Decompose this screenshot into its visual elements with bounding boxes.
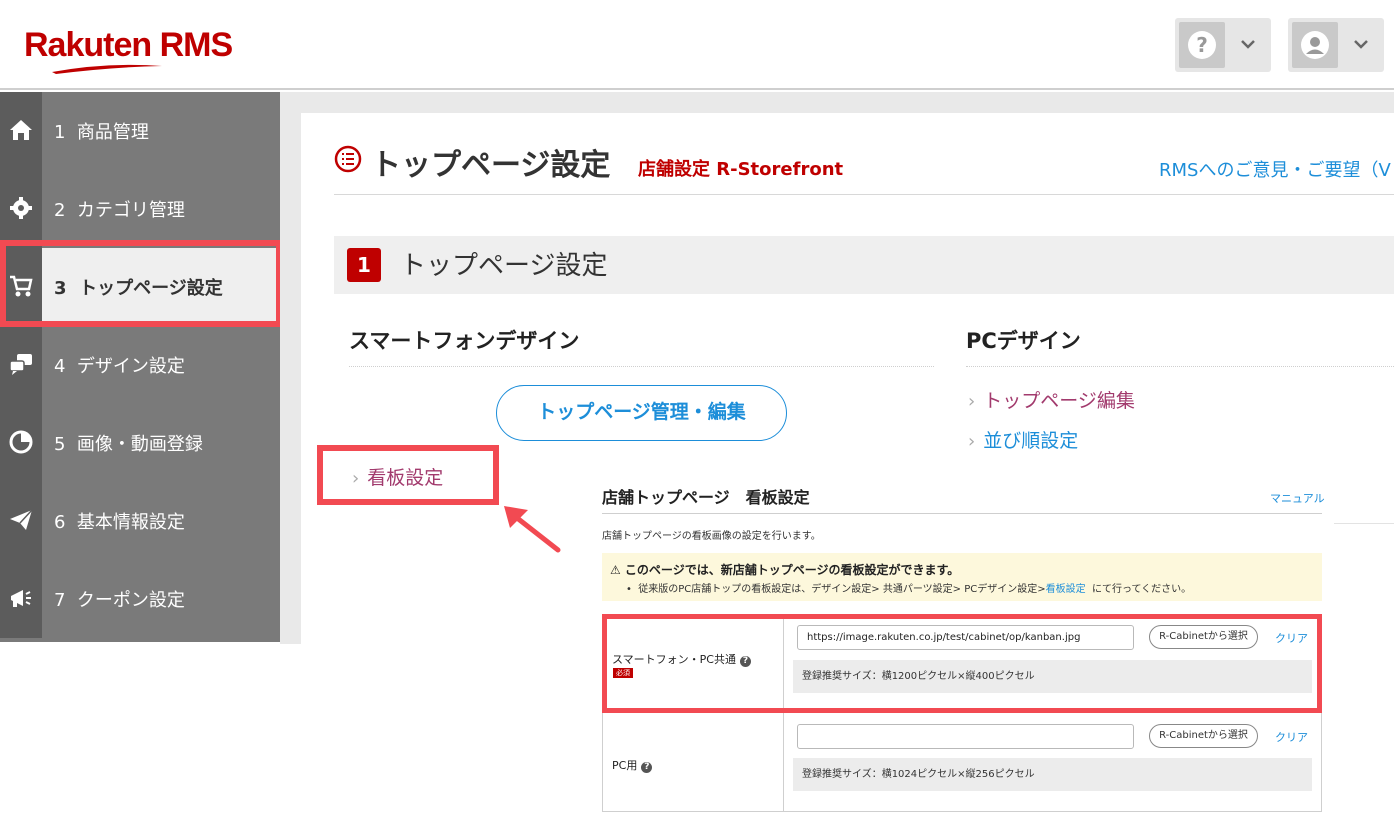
sidebar-item-num: 7 xyxy=(54,590,66,611)
manual-link[interactable]: マニュアル xyxy=(1270,490,1325,506)
sidebar-item-basic-info[interactable]: 6 基本情報設定 xyxy=(0,482,280,560)
help-menu-button[interactable]: ? xyxy=(1175,18,1271,72)
notice-sub-after: にて行ってください。 xyxy=(1091,584,1192,595)
annotation-arrow-icon xyxy=(504,506,561,553)
title-divider xyxy=(334,194,1394,195)
sidebar: 1 商品管理 2 カテゴリ管理 3 トップページ設定 4 デザイン設定 5 画像… xyxy=(0,92,280,642)
notice-sub-text: • 従来版のPC店舗トップの看板設定は、デザイン設定> 共通パーツ設定> PCデ… xyxy=(626,584,1192,595)
user-menu-button[interactable] xyxy=(1288,18,1384,72)
chevron-down-icon xyxy=(1241,40,1255,49)
sidebar-item-num: 5 xyxy=(54,434,66,455)
clear-link[interactable]: クリア xyxy=(1275,729,1308,745)
sidebar-item-num: 1 xyxy=(54,122,66,143)
smartphone-divider xyxy=(349,366,934,367)
sidebar-item-label: クーポン設定 xyxy=(76,590,185,611)
highlight-box-kanban xyxy=(317,445,499,505)
chat-bubbles-icon xyxy=(9,354,32,375)
sort-order-link[interactable]: › 並び順設定 xyxy=(968,426,1078,453)
sidebar-item-num: 4 xyxy=(54,356,66,377)
sidebar-item-label: 画像・動画登録 xyxy=(76,434,203,455)
recommended-size-hint: 登録推奨サイズ：横1024ピクセル×縦256ピクセル xyxy=(793,758,1312,791)
chevron-down-icon xyxy=(1354,40,1368,49)
top-page-edit-label: トップページ編集 xyxy=(983,390,1135,412)
notice-kanban-link[interactable]: 看板設定 xyxy=(1046,584,1086,595)
megaphone-icon xyxy=(11,590,31,607)
chevron-right-icon: › xyxy=(968,431,976,452)
highlight-box-form-row xyxy=(602,614,1322,713)
question-circle-icon: ? xyxy=(1188,31,1216,59)
pc-image-url-input[interactable] xyxy=(797,724,1134,749)
sidebar-item-media[interactable]: 5 画像・動画登録 xyxy=(0,404,280,482)
paper-plane-icon xyxy=(10,509,33,530)
sidebar-item-num: 2 xyxy=(54,200,66,221)
notice-sub-before: 従来版のPC店舗トップの看板設定は、デザイン設定> 共通パーツ設定> PCデザイ… xyxy=(638,584,1046,595)
sidebar-item-products[interactable]: 1 商品管理 xyxy=(0,92,280,170)
inset-description: 店舗トップページの看板画像の設定を行います。 xyxy=(602,531,821,542)
sidebar-item-design[interactable]: 4 デザイン設定 xyxy=(0,326,280,404)
inset-page-title: 店舗トップページ 看板設定 xyxy=(602,488,810,507)
sidebar-item-label: 基本情報設定 xyxy=(76,512,185,533)
pc-divider xyxy=(966,366,1394,367)
pie-chart-icon xyxy=(9,430,33,454)
form-row-label: PC用? xyxy=(612,757,653,773)
section-number-badge: 1 xyxy=(347,248,381,282)
chevron-right-icon: › xyxy=(968,391,976,412)
sidebar-item-coupons[interactable]: 7 クーポン設定 xyxy=(0,560,280,638)
pc-design-heading: PCデザイン xyxy=(966,329,1081,353)
section-title: トップページ設定 xyxy=(400,251,608,281)
sidebar-item-label: デザイン設定 xyxy=(76,356,185,377)
home-icon xyxy=(10,120,32,140)
page-title: トップページ設定 xyxy=(371,148,611,183)
user-icon xyxy=(1301,31,1329,59)
logo-text: Rakuten RMS xyxy=(24,26,233,64)
page-subtitle: 店舗設定 R-Storefront xyxy=(638,159,844,180)
app-header: Rakuten RMS ? xyxy=(0,0,1394,90)
inset-divider-right xyxy=(1334,523,1394,524)
feedback-link[interactable]: RMSへのご意見・ご要望（V xyxy=(1159,156,1391,182)
sort-order-label: 並び順設定 xyxy=(983,430,1079,452)
top-page-edit-link[interactable]: › トップページ編集 xyxy=(968,386,1135,413)
r-cabinet-select-button[interactable]: R-Cabinetから選択 xyxy=(1149,724,1258,748)
help-icon[interactable]: ? xyxy=(641,762,653,773)
list-circle-icon xyxy=(334,145,362,173)
sidebar-item-label: カテゴリ管理 xyxy=(76,200,185,221)
pc-label: PC用 xyxy=(612,759,638,772)
notice-main-text: ⚠ このページでは、新店舗トップページの看板設定ができます。 xyxy=(610,563,960,577)
top-page-manage-edit-button[interactable]: トップページ管理・編集 xyxy=(496,385,787,441)
gear-icon xyxy=(10,197,32,219)
sidebar-item-categories[interactable]: 2 カテゴリ管理 xyxy=(0,170,280,248)
smartphone-design-heading: スマートフォンデザイン xyxy=(349,329,580,353)
inset-divider xyxy=(602,513,1322,514)
highlight-box-sidebar xyxy=(0,240,282,327)
sidebar-item-num: 6 xyxy=(54,512,66,533)
rakuten-rms-logo[interactable]: Rakuten RMS xyxy=(24,26,254,76)
sidebar-item-label: 商品管理 xyxy=(76,122,149,143)
logo-swoosh-icon xyxy=(52,64,162,74)
